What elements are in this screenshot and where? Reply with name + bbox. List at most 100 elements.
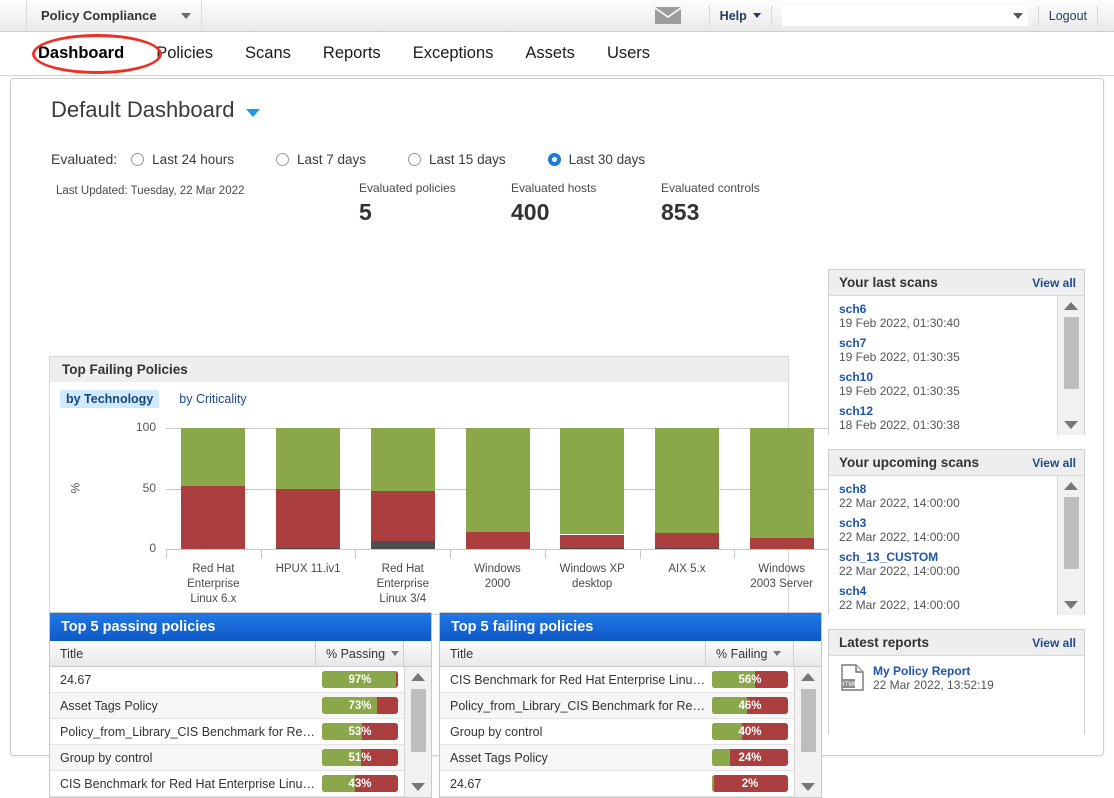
stacked-bar-chart: 0 50 100% Red Hat Enterprise Linux 6.x HPUX 11… xyxy=(50,416,830,612)
envelope-icon[interactable] xyxy=(654,7,681,24)
upcoming-scans-scrollbar[interactable] xyxy=(1057,476,1084,615)
policy-title-cell: 24.67 xyxy=(60,672,92,687)
table-row[interactable]: Asset Tags Policy 73% xyxy=(50,693,431,719)
percentage-bar-fill xyxy=(712,749,731,766)
passing-table-scrollbar[interactable] xyxy=(404,667,431,797)
radio-last-7-days[interactable]: Last 7 days xyxy=(275,152,366,167)
scan-name-link[interactable]: sch6 xyxy=(839,302,1057,316)
evaluated-filter-row: Evaluated: Last 24 hours Last 7 days Las… xyxy=(11,151,1103,167)
table-row[interactable]: CIS Benchmark for Red Hat Enterprise Lin… xyxy=(440,667,821,693)
list-item[interactable]: sch8 22 Mar 2022, 14:00:00 xyxy=(839,482,1057,511)
chart-bar[interactable] xyxy=(370,428,435,549)
scrollbar-thumb[interactable] xyxy=(1063,317,1079,389)
table-row[interactable]: Policy_from_Library_CIS Benchmark for Re… xyxy=(50,719,431,745)
percentage-bar-cell: 51% xyxy=(316,749,404,766)
nav-tab-exceptions[interactable]: Exceptions xyxy=(413,44,494,63)
last-scans-list: sch6 19 Feb 2022, 01:30:40 sch7 19 Feb 2022… xyxy=(829,296,1057,435)
chart-body: by Technology by Criticality 0 50 100% Red … xyxy=(49,382,830,615)
chart-tab-by-criticality[interactable]: by Criticality xyxy=(173,390,252,408)
list-item[interactable]: sch6 19 Feb 2022, 01:30:40 xyxy=(839,302,1057,331)
scrollbar-thumb[interactable] xyxy=(410,689,426,752)
table-row[interactable]: CIS Benchmark for Red Hat Enterprise Lin… xyxy=(50,771,431,797)
chart-bar[interactable] xyxy=(465,428,530,549)
scroll-down-arrow-icon[interactable] xyxy=(1058,595,1085,615)
stat-value: 400 xyxy=(511,199,550,225)
chart-bar[interactable] xyxy=(181,428,246,549)
scroll-up-arrow-icon[interactable] xyxy=(405,667,432,687)
column-header-pct-failing[interactable]: % Failing xyxy=(706,641,794,666)
list-item[interactable]: sch12 18 Feb 2022, 01:30:38 xyxy=(839,404,1057,433)
scrollbar-thumb[interactable] xyxy=(1063,497,1079,569)
chart-x-tick xyxy=(450,549,452,559)
chart-bar-segment-passing xyxy=(276,428,341,489)
scan-name-link[interactable]: sch7 xyxy=(839,336,1057,350)
scan-name-link[interactable]: sch10 xyxy=(839,370,1057,384)
report-name[interactable]: My Policy Report xyxy=(873,664,994,678)
table-row[interactable]: 24.67 97% xyxy=(50,667,431,693)
nav-tab-reports[interactable]: Reports xyxy=(323,44,381,63)
chart-bar[interactable] xyxy=(749,428,814,549)
list-item[interactable]: sch_13_CUSTOM 22 Mar 2022, 14:00:00 xyxy=(839,550,1057,579)
radio-icon xyxy=(408,152,422,166)
scan-date: 22 Mar 2022, 14:00:00 xyxy=(839,564,960,578)
logout-link[interactable]: Logout xyxy=(1049,9,1087,23)
last-scans-view-all-link[interactable]: View all xyxy=(1032,276,1076,290)
scan-name-link[interactable]: sch8 xyxy=(839,482,1057,496)
nav-tab-scans[interactable]: Scans xyxy=(245,44,291,63)
scan-name-link[interactable]: sch3 xyxy=(839,516,1057,530)
scrollbar-thumb[interactable] xyxy=(800,689,816,752)
your-upcoming-scans-widget: Your upcoming scans View all sch8 22 Mar … xyxy=(828,449,1085,615)
user-dropdown[interactable] xyxy=(781,5,1028,26)
column-header-pct-passing[interactable]: % Passing xyxy=(316,641,404,666)
nav-tab-policies[interactable]: Policies xyxy=(156,44,213,63)
table-row[interactable]: Group by control 40% xyxy=(440,719,821,745)
nav-tab-users[interactable]: Users xyxy=(607,44,650,63)
radio-last-15-days[interactable]: Last 15 days xyxy=(408,152,506,167)
scroll-down-arrow-icon[interactable] xyxy=(795,777,822,797)
latest-reports-widget: Latest reports View all HTML My Policy R… xyxy=(828,629,1085,734)
chart-y-axis-label: % xyxy=(68,482,83,493)
table-row[interactable]: Group by control 51% xyxy=(50,745,431,771)
chart-x-tick xyxy=(734,549,736,559)
radio-last-30-days[interactable]: Last 30 days xyxy=(547,152,645,167)
list-item[interactable]: sch7 19 Feb 2022, 01:30:35 xyxy=(839,336,1057,365)
scan-name-link[interactable]: sch_13_CUSTOM xyxy=(839,550,1057,564)
nav-tab-dashboard[interactable]: Dashboard xyxy=(38,44,124,63)
policy-title-cell: Asset Tags Policy xyxy=(450,750,548,765)
nav-tab-assets[interactable]: Assets xyxy=(525,44,575,63)
scan-name-link[interactable]: sch12 xyxy=(839,404,1057,418)
scan-name-link[interactable]: sch4 xyxy=(839,584,1057,598)
sort-descending-icon xyxy=(391,651,400,656)
radio-last-24-hours[interactable]: Last 24 hours xyxy=(131,152,234,167)
last-scans-scrollbar[interactable] xyxy=(1057,296,1084,435)
passing-table-title: Top 5 passing policies xyxy=(50,613,431,641)
column-header-title[interactable]: Title xyxy=(440,641,706,666)
table-row[interactable]: 24.67 2% xyxy=(440,771,821,797)
module-selector[interactable]: Policy Compliance xyxy=(26,0,202,32)
scroll-up-arrow-icon[interactable] xyxy=(795,667,822,687)
dashboard-switcher-chevron-down-icon[interactable] xyxy=(246,109,261,117)
failing-table-scrollbar[interactable] xyxy=(794,667,821,797)
upcoming-scans-view-all-link[interactable]: View all xyxy=(1032,456,1076,470)
chart-x-tick xyxy=(639,549,641,559)
help-menu[interactable]: Help xyxy=(720,9,761,23)
chart-bar-segment-passing xyxy=(560,428,625,535)
column-header-title[interactable]: Title xyxy=(50,641,316,666)
list-item[interactable]: HTML My Policy Report 22 Mar 2022, 13:52… xyxy=(829,656,1084,696)
latest-reports-view-all-link[interactable]: View all xyxy=(1032,636,1076,650)
scroll-up-arrow-icon[interactable] xyxy=(1058,296,1085,316)
chart-bar[interactable] xyxy=(560,428,625,549)
main-navigation: Dashboard Policies Scans Reports Excepti… xyxy=(0,32,1114,76)
scroll-down-arrow-icon[interactable] xyxy=(1058,415,1085,435)
list-item[interactable]: sch10 19 Feb 2022, 01:30:35 xyxy=(839,370,1057,399)
list-item[interactable]: sch4 22 Mar 2022, 14:00:00 xyxy=(839,584,1057,613)
chart-bar[interactable] xyxy=(654,428,719,549)
chart-bar[interactable] xyxy=(276,428,341,549)
list-item[interactable]: sch3 22 Mar 2022, 14:00:00 xyxy=(839,516,1057,545)
scroll-down-arrow-icon[interactable] xyxy=(405,777,432,797)
table-row[interactable]: Policy_from_Library_CIS Benchmark for Re… xyxy=(440,693,821,719)
chart-tab-by-technology[interactable]: by Technology xyxy=(60,390,160,408)
table-row[interactable]: Asset Tags Policy 24% xyxy=(440,745,821,771)
scan-date: 19 Feb 2022, 01:30:35 xyxy=(839,350,960,364)
scroll-up-arrow-icon[interactable] xyxy=(1058,476,1085,496)
